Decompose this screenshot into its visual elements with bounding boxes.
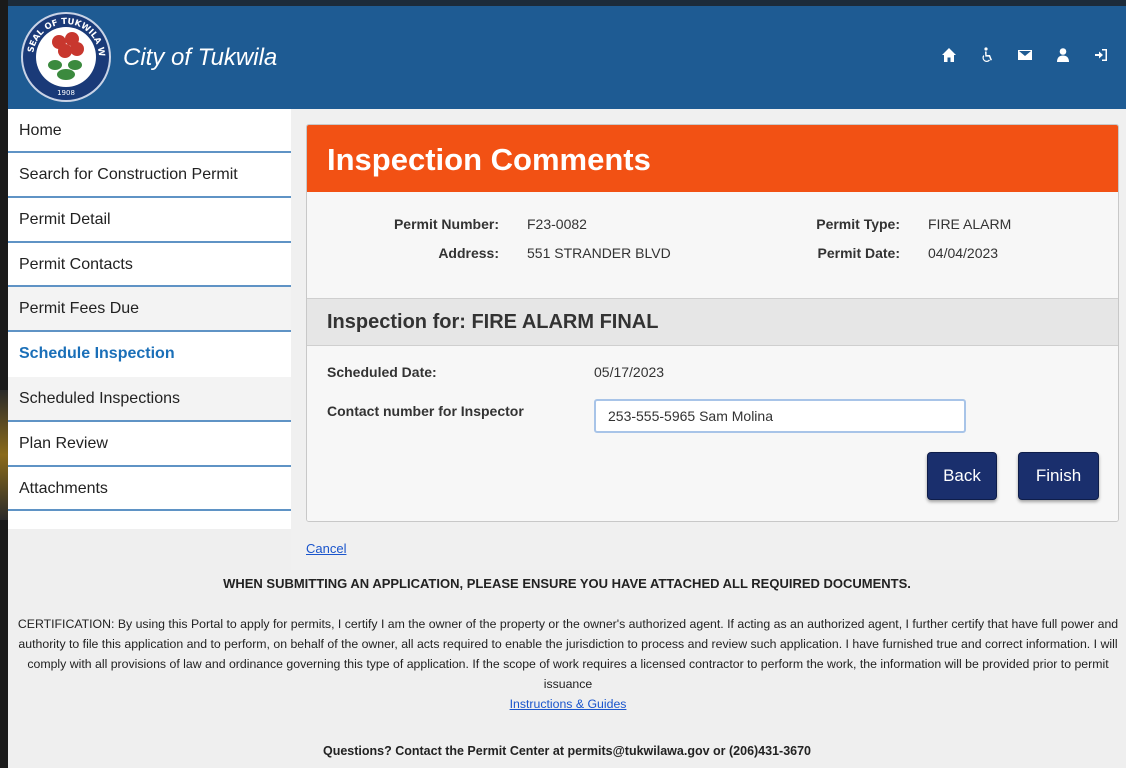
left-edge-glow bbox=[0, 390, 8, 520]
certification-text: CERTIFICATION: By using this Portal to a… bbox=[10, 614, 1126, 714]
accessibility-icon[interactable] bbox=[978, 46, 996, 64]
sidebar-item-attachments[interactable]: Attachments bbox=[8, 467, 291, 512]
sidebar-bottom-fill bbox=[8, 529, 291, 570]
address-label: Address: bbox=[438, 245, 499, 261]
permit-date-label: Permit Date: bbox=[817, 245, 900, 261]
scheduled-date-value: 05/17/2023 bbox=[594, 364, 665, 380]
finish-button[interactable]: Finish bbox=[1018, 452, 1099, 500]
home-icon[interactable] bbox=[940, 46, 958, 64]
sidebar-item-plan-review[interactable]: Plan Review bbox=[8, 422, 291, 467]
seal-year: 1908 bbox=[57, 89, 75, 97]
sidebar-item-permit-contacts[interactable]: Permit Contacts bbox=[8, 243, 291, 288]
permit-type-value: FIRE ALARM bbox=[928, 216, 1012, 232]
sidebar-item-permit-detail[interactable]: Permit Detail bbox=[8, 198, 291, 243]
permit-date-value: 04/04/2023 bbox=[928, 245, 999, 261]
permit-info: Permit Number: F23-0082 Address: 551 STR… bbox=[307, 192, 1118, 298]
sidebar-nav: Home Search for Construction Permit Perm… bbox=[8, 109, 291, 570]
sidebar-item-home[interactable]: Home bbox=[8, 109, 291, 153]
contact-info: Questions? Contact the Permit Center at … bbox=[322, 744, 812, 758]
instructions-guides-link[interactable]: Instructions & Guides bbox=[510, 697, 627, 711]
inspection-comments-card: Inspection Comments Permit Number: F23-0… bbox=[306, 124, 1119, 522]
sidebar-item-permit-fees[interactable]: Permit Fees Due bbox=[8, 287, 291, 333]
permit-number-value: F23-0082 bbox=[527, 216, 587, 232]
user-icon[interactable] bbox=[1054, 46, 1072, 64]
left-edge-strip bbox=[0, 0, 8, 768]
site-title: City of Tukwila bbox=[123, 44, 278, 71]
permit-type-label: Permit Type: bbox=[816, 216, 900, 232]
city-seal-logo: SEAL OF TUKWILA WASHINGTON 1908 bbox=[21, 12, 111, 102]
header-icon-bar bbox=[940, 46, 1110, 64]
sidebar-item-schedule-inspection[interactable]: Schedule Inspection bbox=[8, 332, 291, 377]
certification-body: CERTIFICATION: By using this Portal to a… bbox=[17, 617, 1119, 691]
back-button[interactable]: Back bbox=[927, 452, 997, 500]
site-header: SEAL OF TUKWILA WASHINGTON 1908 City of … bbox=[8, 0, 1126, 109]
address-value: 551 STRANDER BLVD bbox=[527, 245, 671, 261]
page-footer: WHEN SUBMITTING AN APPLICATION, PLEASE E… bbox=[8, 570, 1126, 768]
inspection-heading: Inspection for: FIRE ALARM FINAL bbox=[307, 298, 1118, 346]
scheduled-date-label: Scheduled Date: bbox=[327, 364, 437, 380]
cancel-link[interactable]: Cancel bbox=[306, 541, 346, 556]
inspection-form: Scheduled Date: 05/17/2023 Contact numbe… bbox=[307, 346, 1118, 521]
svg-text:1908: 1908 bbox=[57, 89, 75, 97]
contact-number-input[interactable] bbox=[594, 399, 966, 433]
sidebar-item-scheduled-inspections[interactable]: Scheduled Inspections bbox=[8, 376, 291, 422]
mail-icon[interactable] bbox=[1016, 46, 1034, 64]
permit-number-label: Permit Number: bbox=[393, 216, 499, 232]
page-title: Inspection Comments bbox=[307, 125, 1118, 192]
contact-number-label: Contact number for Inspector bbox=[327, 403, 524, 419]
attachment-warning: WHEN SUBMITTING AN APPLICATION, PLEASE E… bbox=[223, 576, 911, 591]
sidebar-item-search-permit[interactable]: Search for Construction Permit bbox=[8, 153, 291, 198]
logout-icon[interactable] bbox=[1092, 46, 1110, 64]
